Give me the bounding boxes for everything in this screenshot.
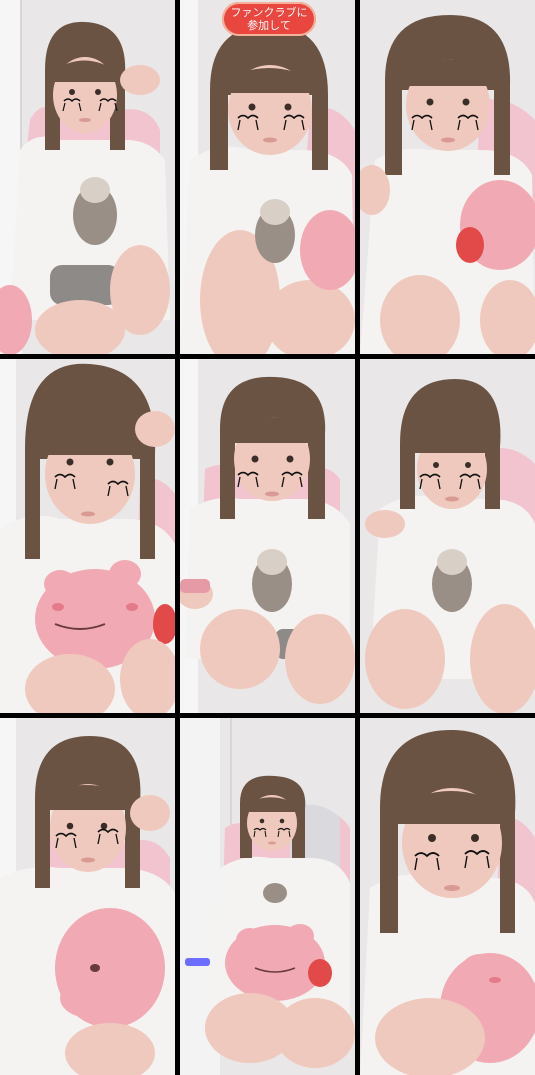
frame-5	[180, 359, 355, 713]
frame-3	[360, 0, 535, 354]
photo-grid: ファンクラブに 参加して	[0, 0, 535, 1075]
frame-9	[360, 718, 535, 1075]
frame-8	[180, 718, 355, 1075]
badge-line1: ファンクラブに	[230, 6, 308, 19]
frame-4	[0, 359, 175, 713]
frame-1	[0, 0, 175, 354]
badge-line2: 参加して	[247, 19, 291, 32]
frame-6	[360, 359, 535, 713]
join-fanclub-badge[interactable]: ファンクラブに 参加して	[222, 2, 316, 36]
frame-7	[0, 718, 175, 1075]
frame-2: ファンクラブに 参加して	[180, 0, 355, 354]
